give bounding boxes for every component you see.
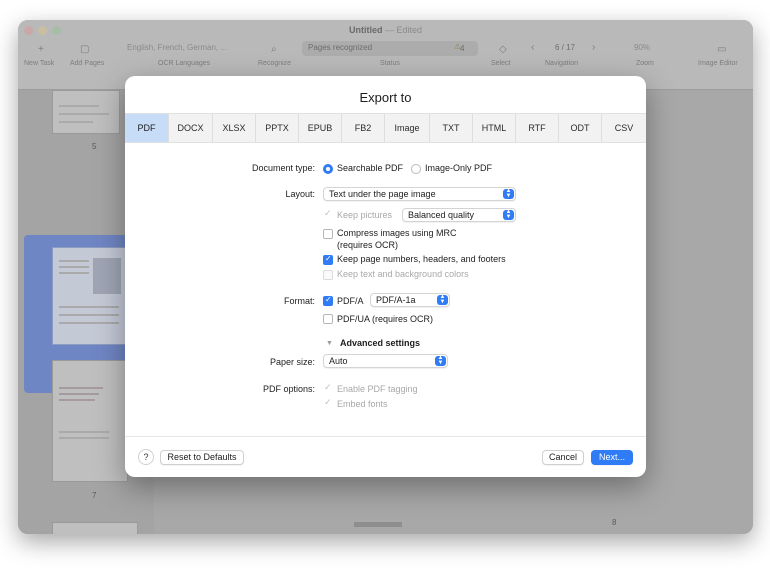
page-number: 5 bbox=[92, 142, 97, 151]
format-label: Format: bbox=[283, 296, 315, 306]
new-task-label: New Task bbox=[24, 60, 55, 67]
keep-colors-label: Keep text and background colors bbox=[337, 269, 469, 279]
status-field: Pages recognized ⚠ 4 bbox=[302, 41, 478, 56]
recognize-label: Recognize bbox=[258, 60, 292, 67]
chevron-updown-icon: ▲ ▼ bbox=[437, 294, 448, 305]
paper-size-label: Paper size: bbox=[269, 357, 315, 367]
compress-mrc-note: (requires OCR) bbox=[337, 240, 399, 250]
status-label: Status bbox=[380, 60, 400, 67]
keep-headers-checkbox[interactable] bbox=[323, 254, 333, 265]
tab-pdf[interactable]: PDF bbox=[125, 114, 169, 142]
paper-size-select[interactable]: Auto ▲ ▼ bbox=[323, 354, 448, 368]
tab-html[interactable]: HTML bbox=[473, 114, 516, 142]
layout-value: Text under the page image bbox=[329, 189, 436, 199]
export-dialog: Export to PDF DOCX XLSX PPTX EPUB FB2 Im… bbox=[125, 76, 646, 477]
paper-size-value: Auto bbox=[329, 356, 348, 366]
page-thumbnail[interactable] bbox=[52, 90, 120, 134]
previous-page-icon[interactable]: ‹ bbox=[531, 42, 534, 53]
page-number: 8 bbox=[612, 518, 617, 527]
new-task-icon[interactable]: + bbox=[38, 44, 44, 55]
searchable-pdf-radio[interactable] bbox=[323, 164, 333, 174]
add-pages-icon[interactable]: ▢ bbox=[80, 44, 89, 55]
compress-mrc-label[interactable]: Compress images using MRC bbox=[337, 228, 457, 238]
chevron-updown-icon: ▲ ▼ bbox=[503, 209, 514, 220]
canvas-text-fragment bbox=[354, 522, 402, 527]
zoom-label: Zoom bbox=[636, 60, 654, 67]
page-thumbnail[interactable] bbox=[52, 522, 138, 534]
export-format-tabs: PDF DOCX XLSX PPTX EPUB FB2 Image TXT HT… bbox=[125, 113, 646, 143]
chevron-updown-icon: ▲ ▼ bbox=[435, 355, 446, 366]
image-editor-icon[interactable]: ▭ bbox=[717, 44, 726, 55]
picture-quality-value: Balanced quality bbox=[408, 210, 475, 220]
tab-odt[interactable]: ODT bbox=[559, 114, 602, 142]
zoom-level[interactable]: 90% bbox=[634, 43, 650, 52]
status-text: Pages recognized bbox=[308, 43, 373, 52]
page-thumbnail[interactable] bbox=[52, 247, 128, 345]
keep-pictures-label: Keep pictures bbox=[337, 210, 393, 220]
compress-mrc-checkbox[interactable] bbox=[323, 229, 333, 239]
searchable-pdf-label[interactable]: Searchable PDF bbox=[337, 163, 403, 173]
tab-docx[interactable]: DOCX bbox=[169, 114, 213, 142]
tab-txt[interactable]: TXT bbox=[430, 114, 473, 142]
warning-icon[interactable]: ⚠ 4 bbox=[454, 42, 464, 53]
image-only-pdf-label[interactable]: Image-Only PDF bbox=[425, 163, 492, 173]
disclosure-triangle-icon[interactable]: ▼ bbox=[326, 340, 333, 347]
page-indicator: 6 / 17 bbox=[555, 43, 576, 52]
chevron-updown-icon: ▲ ▼ bbox=[503, 188, 514, 199]
tab-csv[interactable]: CSV bbox=[602, 114, 646, 142]
pdfa-version-select[interactable]: PDF/A-1a ▲ ▼ bbox=[370, 293, 450, 307]
tab-image[interactable]: Image bbox=[385, 114, 430, 142]
pdf-tagging-label: Enable PDF tagging bbox=[337, 384, 418, 394]
pdf-tagging-checkbox[interactable] bbox=[323, 382, 333, 394]
pdfua-checkbox[interactable] bbox=[323, 314, 333, 324]
cancel-button[interactable]: Cancel bbox=[542, 450, 584, 465]
window-title: Untitled — Edited bbox=[348, 25, 423, 35]
pdfua-label[interactable]: PDF/UA (requires OCR) bbox=[337, 314, 433, 324]
tab-rtf[interactable]: RTF bbox=[516, 114, 559, 142]
page-number: 7 bbox=[92, 491, 97, 500]
image-editor-label: Image Editor bbox=[698, 60, 738, 67]
advanced-settings-toggle[interactable]: Advanced settings bbox=[340, 338, 420, 348]
select-icon[interactable]: ◇ bbox=[499, 44, 507, 55]
page-thumbnail[interactable] bbox=[52, 360, 128, 482]
help-button[interactable]: ? bbox=[138, 449, 154, 465]
picture-quality-select[interactable]: Balanced quality ▲ ▼ bbox=[402, 208, 516, 222]
keep-headers-label[interactable]: Keep page numbers, headers, and footers bbox=[337, 254, 506, 264]
pdfa-version-value: PDF/A-1a bbox=[376, 295, 416, 305]
recognize-icon[interactable]: ⌕ bbox=[271, 44, 277, 55]
dialog-title: Export to bbox=[359, 90, 412, 105]
reset-to-defaults-button[interactable]: Reset to Defaults bbox=[160, 450, 244, 465]
select-label: Select bbox=[491, 60, 511, 67]
layout-select[interactable]: Text under the page image ▲ ▼ bbox=[323, 187, 516, 201]
add-pages-label: Add Pages bbox=[70, 60, 105, 67]
tab-pptx[interactable]: PPTX bbox=[256, 114, 299, 142]
image-only-pdf-radio[interactable] bbox=[411, 164, 421, 174]
keep-colors-checkbox[interactable] bbox=[323, 270, 333, 280]
ocr-languages-label: OCR Languages bbox=[158, 60, 211, 67]
tab-fb2[interactable]: FB2 bbox=[342, 114, 385, 142]
dialog-footer-divider bbox=[125, 436, 646, 437]
tab-epub[interactable]: EPUB bbox=[299, 114, 342, 142]
embed-fonts-label: Embed fonts bbox=[337, 399, 388, 409]
keep-pictures-checkbox[interactable] bbox=[323, 208, 333, 220]
next-page-icon[interactable]: › bbox=[592, 42, 595, 53]
embed-fonts-checkbox[interactable] bbox=[323, 397, 333, 409]
layout-label: Layout: bbox=[285, 189, 315, 199]
navigation-label: Navigation bbox=[545, 60, 579, 67]
pdfa-label[interactable]: PDF/A bbox=[337, 296, 364, 306]
pdfa-checkbox[interactable] bbox=[323, 295, 333, 306]
tab-xlsx[interactable]: XLSX bbox=[213, 114, 256, 142]
ocr-languages-select[interactable]: English, French, German, ... bbox=[127, 43, 227, 52]
next-button[interactable]: Next... bbox=[591, 450, 633, 465]
document-type-label: Document type: bbox=[251, 163, 315, 173]
pdf-options-label: PDF options: bbox=[262, 384, 315, 394]
